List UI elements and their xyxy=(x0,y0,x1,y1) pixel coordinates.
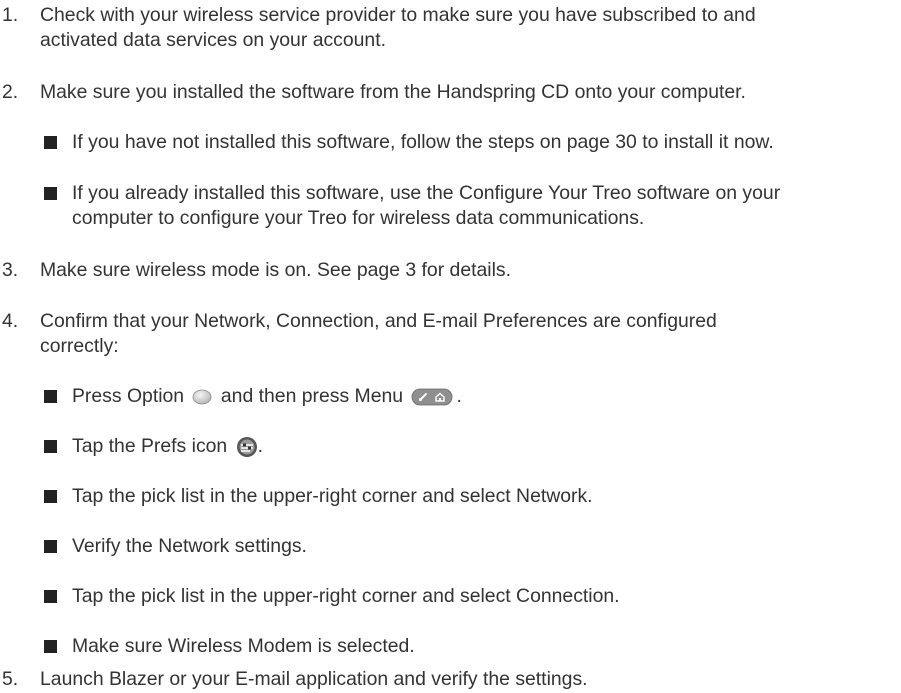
bullet-text: Verify the Network settings. xyxy=(72,534,897,559)
bullet-text: Tap the Prefs icon . xyxy=(72,434,897,459)
step-text-line: Make sure you installed the software fro… xyxy=(40,81,746,103)
step-number: 1. xyxy=(2,4,19,26)
step-text: Check with your wireless service provide… xyxy=(40,3,895,53)
bullet-text-part: . xyxy=(456,385,462,407)
step-text: Confirm that your Network, Connection, a… xyxy=(40,309,895,359)
step-number: 5. xyxy=(2,668,19,690)
step-text: Make sure wireless mode is on. See page … xyxy=(40,258,895,283)
step-number: 4. xyxy=(2,310,19,332)
prefs-icon xyxy=(236,436,257,457)
bullet-text-part: . xyxy=(257,435,263,457)
bullet-text-line: Tap the pick list in the upper-right cor… xyxy=(72,585,620,607)
step-text-line: activated data services on your account. xyxy=(40,29,386,51)
bullet-text-line: computer to configure your Treo for wire… xyxy=(72,207,645,229)
step-number: 2. xyxy=(2,81,19,103)
bullet-square-icon xyxy=(44,390,57,403)
step-text-line: correctly: xyxy=(40,335,119,357)
bullet-square-icon xyxy=(44,136,57,149)
bullet-text-line: If you already installed this software, … xyxy=(72,182,781,204)
bullet-square-icon xyxy=(44,590,57,603)
bullet-square-icon xyxy=(44,187,57,200)
bullet-text: Tap the pick list in the upper-right cor… xyxy=(72,584,897,609)
step-text: Launch Blazer or your E-mail application… xyxy=(40,667,895,692)
bullet-square-icon xyxy=(44,540,57,553)
bullet-text-line: Verify the Network settings. xyxy=(72,535,307,557)
bullet-text: Make sure Wireless Modem is selected. xyxy=(72,634,897,659)
bullet-text-line: Tap the pick list in the upper-right cor… xyxy=(72,485,593,507)
step-text-line: Launch Blazer or your E-mail application… xyxy=(40,668,588,690)
step-text-line: Confirm that your Network, Connection, a… xyxy=(40,310,717,332)
step-number: 3. xyxy=(2,259,19,281)
bullet-text-line: Make sure Wireless Modem is selected. xyxy=(72,635,415,657)
bullet-square-icon xyxy=(44,440,57,453)
instruction-page: 1. Check with your wireless service prov… xyxy=(0,0,901,693)
bullet-text-line: If you have not installed this software,… xyxy=(72,131,774,153)
step-text: Make sure you installed the software fro… xyxy=(40,80,895,105)
bullet-text: If you already installed this software, … xyxy=(72,181,897,231)
bullet-square-icon xyxy=(44,490,57,503)
step-text-line: Check with your wireless service provide… xyxy=(40,4,756,26)
bullet-square-icon xyxy=(44,640,57,653)
menu-key-icon xyxy=(412,388,453,406)
bullet-text: Tap the pick list in the upper-right cor… xyxy=(72,484,897,509)
step-text-line: Make sure wireless mode is on. See page … xyxy=(40,259,511,281)
bullet-text-part: and then press Menu xyxy=(220,385,404,407)
bullet-text: Press Option and then press Menu . xyxy=(72,384,897,409)
option-key-icon xyxy=(193,389,212,405)
bullet-text-part: Press Option xyxy=(72,385,185,407)
bullet-text: If you have not installed this software,… xyxy=(72,130,897,155)
bullet-text-part: Tap the Prefs icon xyxy=(72,435,228,457)
